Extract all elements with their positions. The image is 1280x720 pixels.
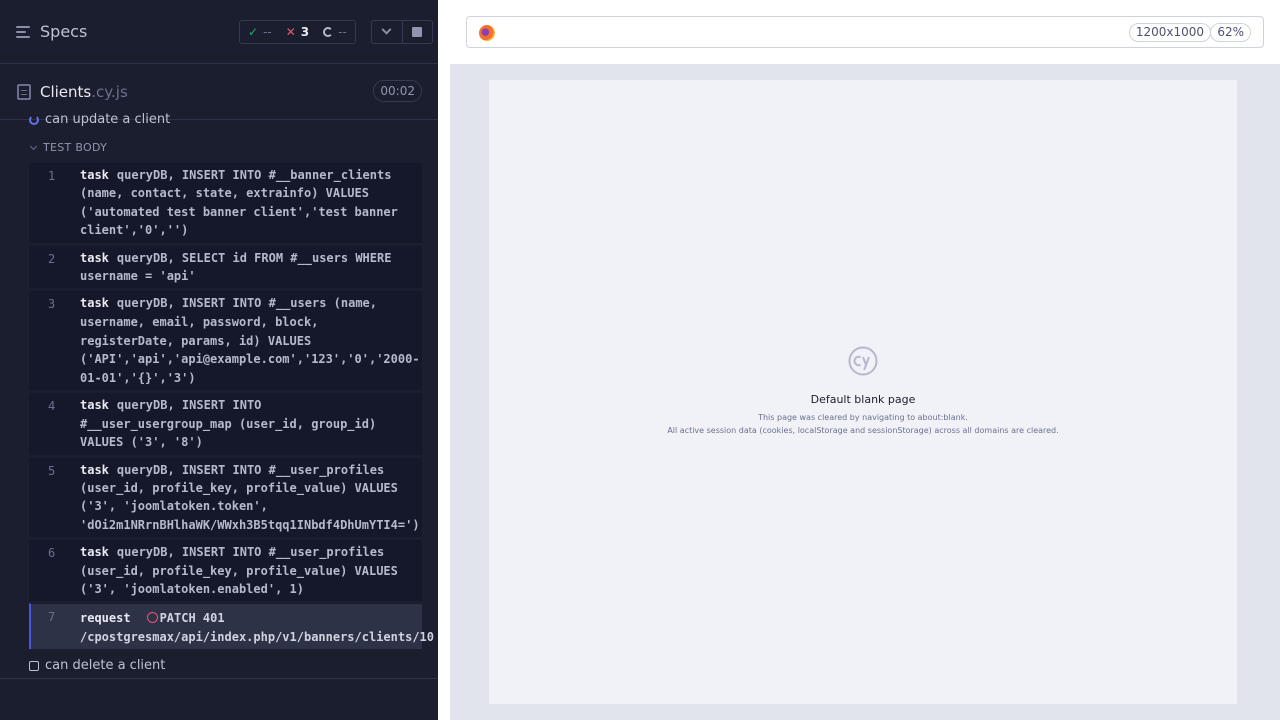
pending-icon: [323, 27, 334, 37]
test-stats: ✓ -- ✕ 3 --: [239, 20, 356, 44]
specs-button[interactable]: Specs: [16, 22, 87, 41]
check-icon: ✓: [248, 25, 259, 39]
test-title-current[interactable]: can update a client: [29, 112, 170, 127]
blank-page-title: Default blank page: [810, 393, 916, 406]
file-icon: [17, 84, 31, 100]
running-icon: [29, 114, 39, 125]
command-row[interactable]: 5 task queryDB, INSERT INTO #__user_profi…: [29, 456, 422, 538]
stop-icon: [412, 27, 423, 37]
command-row[interactable]: 4 task queryDB, INSERT INTO #__user_userg…: [29, 392, 422, 455]
error-icon: [146, 612, 158, 624]
url-bar[interactable]: 1200x1000 62%: [466, 16, 1264, 48]
reporter-footer-divider: [0, 678, 438, 679]
failed-stat: ✕ 3: [285, 25, 310, 39]
pending-stat: --: [323, 25, 347, 39]
run-controls: [371, 20, 433, 44]
viewport-badge[interactable]: 1200x1000: [1128, 23, 1211, 42]
panel-divider[interactable]: [438, 64, 450, 720]
command-row-failed[interactable]: 7 request PATCH 401 /cpostgresmax/api/ind…: [29, 603, 434, 650]
zoom-badge[interactable]: 62%: [1210, 23, 1251, 42]
specs-label: Specs: [40, 22, 88, 41]
stop-button[interactable]: [401, 21, 433, 43]
blank-page-line-2: All active session data (cookies, localS…: [667, 426, 1059, 435]
command-row[interactable]: 3 task queryDB, INSERT INTO #__users (nam…: [29, 290, 422, 391]
reporter-header: Specs ✓ -- ✕ 3 --: [0, 0, 438, 64]
blank-page-line-1: This page was cleared by navigating to a…: [758, 413, 968, 422]
reporter-panel: Specs ✓ -- ✕ 3 -- Clients.cy.js 00:02 ca…: [0, 0, 438, 720]
command-row[interactable]: 2 task queryDB, SELECT id FROM #__users W…: [29, 244, 422, 289]
app-under-test-frame: Default blank page This page was cleared…: [489, 80, 1237, 704]
chevron-down-icon: [29, 142, 38, 150]
specs-menu-icon: [16, 25, 32, 39]
test-title-next[interactable]: can delete a client: [29, 658, 165, 673]
cypress-logo-icon: [848, 346, 878, 376]
test-body-section[interactable]: TEST BODY: [29, 141, 107, 154]
spec-file-name[interactable]: Clients.cy.js: [40, 83, 128, 101]
duration-badge: 00:02: [373, 80, 422, 102]
chevron-down-icon: [381, 24, 392, 35]
passed-stat: ✓ --: [248, 25, 272, 39]
command-row[interactable]: 1 task queryDB, INSERT INTO #__banner_cli…: [29, 162, 422, 243]
collapse-button[interactable]: [372, 21, 402, 43]
command-log: 1 task queryDB, INSERT INTO #__banner_cli…: [29, 162, 434, 650]
x-icon: ✕: [285, 25, 296, 39]
not-started-icon: [29, 660, 39, 671]
command-row[interactable]: 6 task queryDB, INSERT INTO #__user_profi…: [29, 539, 422, 602]
aut-header: 1200x1000 62%: [438, 0, 1280, 64]
browser-icon: [479, 25, 495, 41]
